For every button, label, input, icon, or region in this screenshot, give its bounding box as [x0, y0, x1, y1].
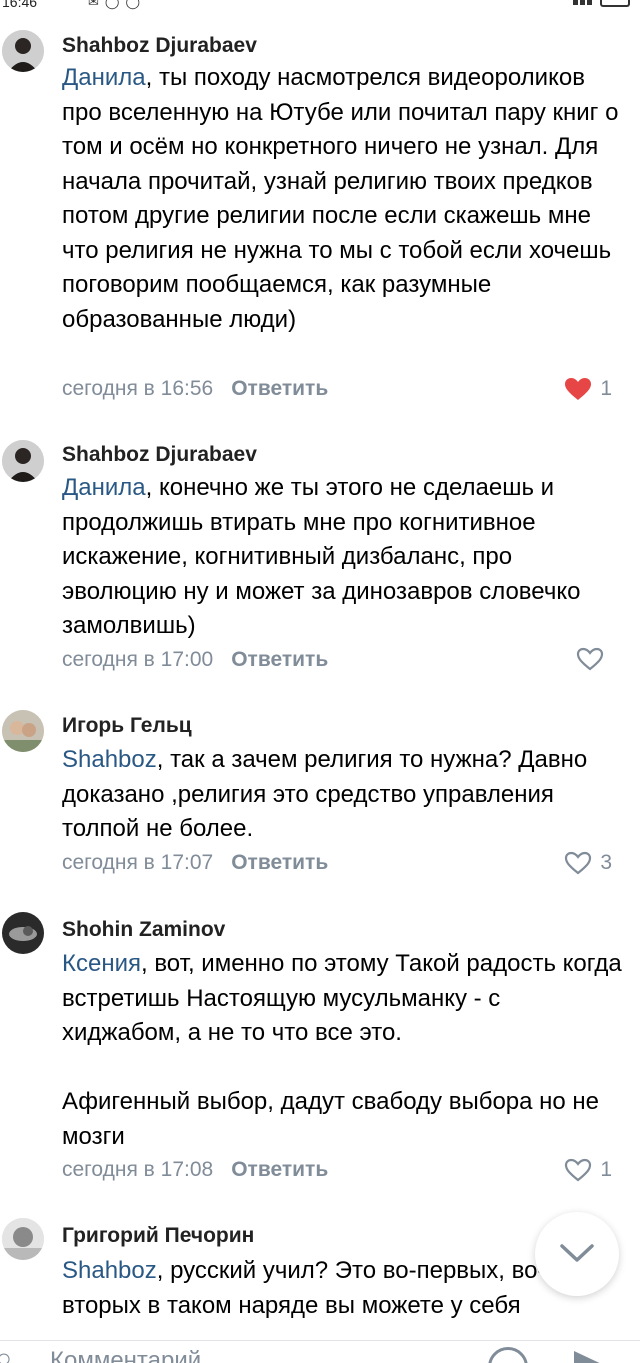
like-button[interactable]: 1	[564, 376, 612, 402]
comment-text: Данила, ты походу насмотрелся видеоролик…	[62, 64, 619, 333]
avatar[interactable]	[2, 30, 44, 72]
comment-meta: сегодня в 16:56 Ответить	[62, 376, 328, 402]
comment-time: сегодня в 16:56	[62, 377, 214, 400]
comment-text: Ксения, вот, именно по этому Такой радос…	[62, 950, 622, 1046]
mention-link[interactable]: Данила	[62, 474, 146, 501]
avatar[interactable]	[2, 912, 44, 954]
comment-author[interactable]: Shahboz Djurabaev	[62, 442, 257, 468]
mention-link[interactable]: Данила	[62, 64, 146, 91]
comment-text-paragraph: Афигенный выбор, дадут свабоду выбора но…	[62, 1088, 600, 1150]
comment-meta: сегодня в 17:08 Ответить	[62, 1157, 328, 1183]
comment-input[interactable]: Комментарий	[50, 1347, 201, 1363]
mention-link[interactable]: Shahboz	[62, 1257, 157, 1284]
avatar[interactable]	[2, 710, 44, 752]
like-count: 1	[600, 1158, 612, 1181]
heart-icon	[565, 851, 592, 875]
chevron-down-icon	[560, 1244, 594, 1262]
status-notification-icons: ✉◯◯	[88, 0, 146, 9]
like-count: 3	[600, 851, 612, 874]
comment-author[interactable]: Shohin Zaminov	[62, 917, 225, 943]
mention-link[interactable]: Ксения	[62, 950, 141, 977]
comment: Shahboz Djurabaev Данила, ты походу насм…	[0, 30, 640, 410]
avatar[interactable]	[2, 1218, 44, 1260]
reply-button[interactable]: Ответить	[231, 1158, 328, 1181]
reply-button[interactable]: Ответить	[231, 648, 328, 671]
comment-time: сегодня в 17:07	[62, 851, 214, 874]
like-count: 1	[600, 377, 612, 400]
comment: Игорь Гельц Shahboz, так а зачем религия…	[0, 710, 640, 890]
emoji-icon[interactable]	[488, 1347, 528, 1363]
send-icon[interactable]	[574, 1351, 608, 1363]
mention-link[interactable]: Shahboz	[62, 746, 157, 773]
scroll-down-button[interactable]	[535, 1212, 619, 1296]
comment: Shahboz Djurabaev Данила, конечно же ты …	[0, 440, 640, 680]
heart-icon	[576, 647, 604, 671]
like-button[interactable]: 3	[564, 850, 612, 876]
comment-meta: сегодня в 17:07 Ответить	[62, 850, 328, 876]
avatar[interactable]	[2, 440, 44, 482]
status-bar: 16:46 ✉◯◯	[0, 0, 640, 14]
reply-button[interactable]: Ответить	[231, 851, 328, 874]
comment-author[interactable]: Shahboz Djurabaev	[62, 33, 257, 59]
signal-battery-icon	[571, 0, 630, 10]
comment-composer: ○ Комментарий	[0, 1340, 640, 1363]
heart-icon	[565, 1158, 592, 1182]
like-button[interactable]	[576, 647, 612, 671]
comment-text: Данила, конечно же ты этого не сделаешь …	[62, 474, 581, 639]
heart-icon	[565, 378, 592, 400]
comment-author[interactable]: Игорь Гельц	[62, 713, 192, 739]
comment-text: Shahboz, так а зачем религия то нужна? Д…	[62, 746, 588, 842]
comment-time: сегодня в 17:08	[62, 1158, 214, 1181]
reply-button[interactable]: Ответить	[231, 377, 328, 400]
comment-author[interactable]: Григорий Печорин	[62, 1223, 254, 1249]
status-time: 16:46	[2, 0, 38, 10]
plus-icon[interactable]: ○	[0, 1343, 12, 1363]
comment: Shohin Zaminov Ксения, вот, именно по эт…	[0, 912, 640, 1192]
comment-meta: сегодня в 17:00 Ответить	[62, 647, 328, 673]
comment-time: сегодня в 17:00	[62, 648, 214, 671]
like-button[interactable]: 1	[564, 1157, 612, 1183]
